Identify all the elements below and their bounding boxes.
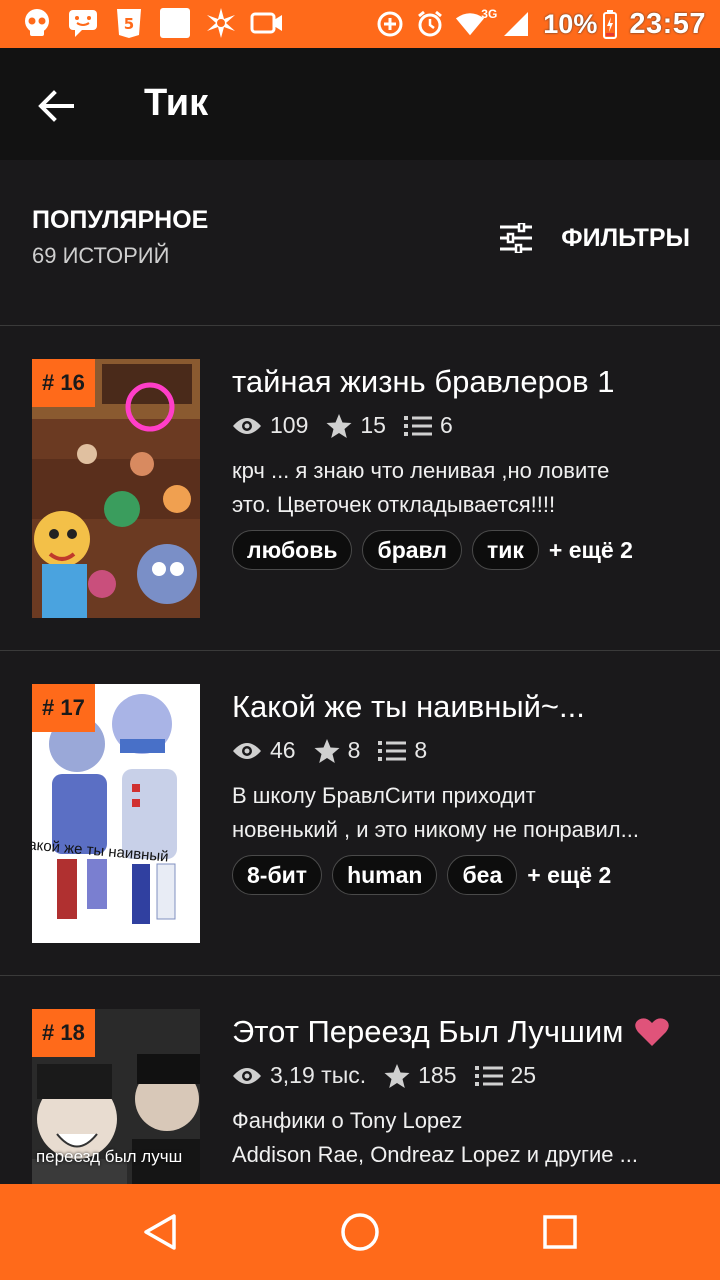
circle-home-icon: [341, 1213, 379, 1251]
page-title: Тик: [144, 82, 209, 124]
story-title[interactable]: Этот Переезд Был Лучшим: [232, 1014, 670, 1050]
star-icon: [384, 1063, 410, 1088]
system-icons: 3G 10% 23:57: [375, 0, 706, 48]
tag-chip[interactable]: любовь: [232, 530, 353, 570]
square-recents-icon: [543, 1215, 577, 1249]
description-line: крч ... я знаю что ленивая ,но ловите: [232, 458, 610, 483]
tag-chip[interactable]: 8-бит: [232, 855, 323, 895]
stars-stat: 15: [326, 412, 386, 439]
star-icon: [314, 738, 340, 763]
heart-icon: [635, 1018, 670, 1046]
eye-icon: [233, 417, 261, 434]
story-description: Фанфики о Tony Lopez Addison Rae, Ondrea…: [232, 1104, 692, 1172]
story-cover[interactable]: # 17 акой же ты наивный: [32, 684, 200, 943]
views-stat: 3,19 тыс.: [232, 1062, 366, 1089]
parts-stat: 6: [403, 412, 453, 439]
back-button[interactable]: [30, 80, 82, 132]
story-item[interactable]: # 17 акой же ты наивный Какой же ты наив…: [0, 651, 720, 976]
list-icon: [403, 415, 432, 436]
filters-button[interactable]: ФИЛЬТРЫ: [499, 218, 690, 258]
blank-square-icon: [158, 6, 192, 40]
battery-charging-icon: [601, 7, 619, 41]
parts-stat: 8: [378, 737, 427, 764]
system-nav-bar: [0, 1184, 720, 1280]
description-line: Фанфики о Tony Lopez: [232, 1108, 463, 1133]
list-icon: [378, 740, 407, 761]
story-cover[interactable]: # 18 переезд был лучш: [32, 1009, 200, 1184]
story-item[interactable]: # 18 переезд был лучш Этот Переезд Был Л…: [0, 976, 720, 1184]
tag-chip[interactable]: бравл: [362, 530, 462, 570]
parts-count: 6: [439, 412, 453, 438]
story-title-text: Этот Переезд Был Лучшим: [232, 1014, 624, 1049]
tag-chip[interactable]: беа: [447, 855, 518, 895]
notification-icons: 5: [20, 6, 296, 40]
alarm-icon: [415, 7, 445, 41]
description-line: Addison Rae, Ondreaz Lopez и другие ...: [232, 1142, 638, 1167]
html5-icon: 5: [112, 6, 146, 40]
tag-chip[interactable]: тик: [471, 530, 539, 570]
star-icon: [326, 413, 352, 438]
eye-icon: [233, 1067, 261, 1084]
video-camera-icon: [250, 6, 284, 40]
story-description: крч ... я знаю что ленивая ,но ловите эт…: [232, 454, 692, 522]
story-description: В школу БравлСити приходит новенький , и…: [232, 779, 692, 847]
tag-list: любовь бравл тик + ещё 2: [232, 530, 633, 570]
clock: 23:57: [629, 7, 706, 40]
stars-count: 185: [418, 1062, 457, 1088]
views-stat: 46: [232, 737, 296, 764]
stars-count: 15: [360, 412, 386, 438]
arrow-left-icon: [38, 90, 74, 122]
app-bar: Тик: [0, 48, 720, 160]
story-title[interactable]: тайная жизнь бравлеров 1: [232, 364, 614, 400]
more-tags-link[interactable]: + ещё 2: [527, 862, 611, 889]
eye-icon: [233, 742, 261, 759]
description-line: В школу БравлСити приходит: [232, 783, 536, 808]
parts-count: 8: [414, 737, 428, 763]
status-bar: 5 3G 10% 23:57: [0, 0, 720, 48]
views-count: 109: [270, 412, 309, 438]
parts-count: 25: [510, 1062, 537, 1088]
chat-icon: [66, 6, 100, 40]
story-title[interactable]: Какой же ты наивный~...: [232, 689, 585, 725]
list-header: ПОПУЛЯРНОЕ 69 ИСТОРИЙ ФИЛЬТРЫ: [0, 160, 720, 326]
rank-badge: # 16: [32, 359, 95, 407]
network-type: 3G: [481, 7, 498, 21]
triangle-back-icon: [144, 1214, 176, 1250]
description-line: это. Цветочек откладывается!!!!: [232, 492, 556, 517]
views-count: 3,19 тыс.: [270, 1062, 367, 1088]
views-count: 46: [270, 737, 296, 763]
cover-caption: переезд был лучш: [36, 1147, 183, 1166]
story-stats: 46 8 8: [232, 737, 445, 764]
story-stats: 109 15 6: [232, 412, 471, 439]
story-count: 69 ИСТОРИЙ: [32, 243, 170, 268]
list-icon: [474, 1065, 503, 1086]
rank-badge: # 17: [32, 684, 95, 732]
data-saver-icon: [375, 7, 405, 41]
battery-percent: 10%: [543, 8, 598, 39]
sliders-icon: [500, 223, 533, 253]
svg-text:5: 5: [124, 15, 134, 33]
tag-chip[interactable]: human: [332, 855, 438, 895]
sparkle-icon: [204, 6, 238, 40]
more-tags-link[interactable]: + ещё 2: [549, 537, 633, 564]
signal-icon: [501, 7, 531, 41]
filters-label: ФИЛЬТРЫ: [561, 223, 690, 252]
rank-badge: # 18: [32, 1009, 95, 1057]
stars-count: 8: [347, 737, 361, 763]
stars-stat: 185: [384, 1062, 457, 1089]
story-item[interactable]: # 16 тайная жизнь бравлеров 1 109 15 6 к…: [0, 326, 720, 651]
story-cover[interactable]: # 16: [32, 359, 200, 618]
nav-home-button[interactable]: [332, 1204, 388, 1260]
stars-stat: 8: [314, 737, 361, 764]
parts-stat: 25: [474, 1062, 537, 1089]
nav-recents-button[interactable]: [532, 1204, 588, 1260]
skull-app-icon: [20, 6, 54, 40]
tag-list: 8-бит human беа + ещё 2: [232, 855, 611, 895]
story-stats: 3,19 тыс. 185 25: [232, 1062, 554, 1089]
nav-back-button[interactable]: [132, 1204, 188, 1260]
sort-label[interactable]: ПОПУЛЯРНОЕ: [32, 206, 208, 235]
description-line: новенький , и это никому не понравил...: [232, 817, 639, 842]
views-stat: 109: [232, 412, 308, 439]
